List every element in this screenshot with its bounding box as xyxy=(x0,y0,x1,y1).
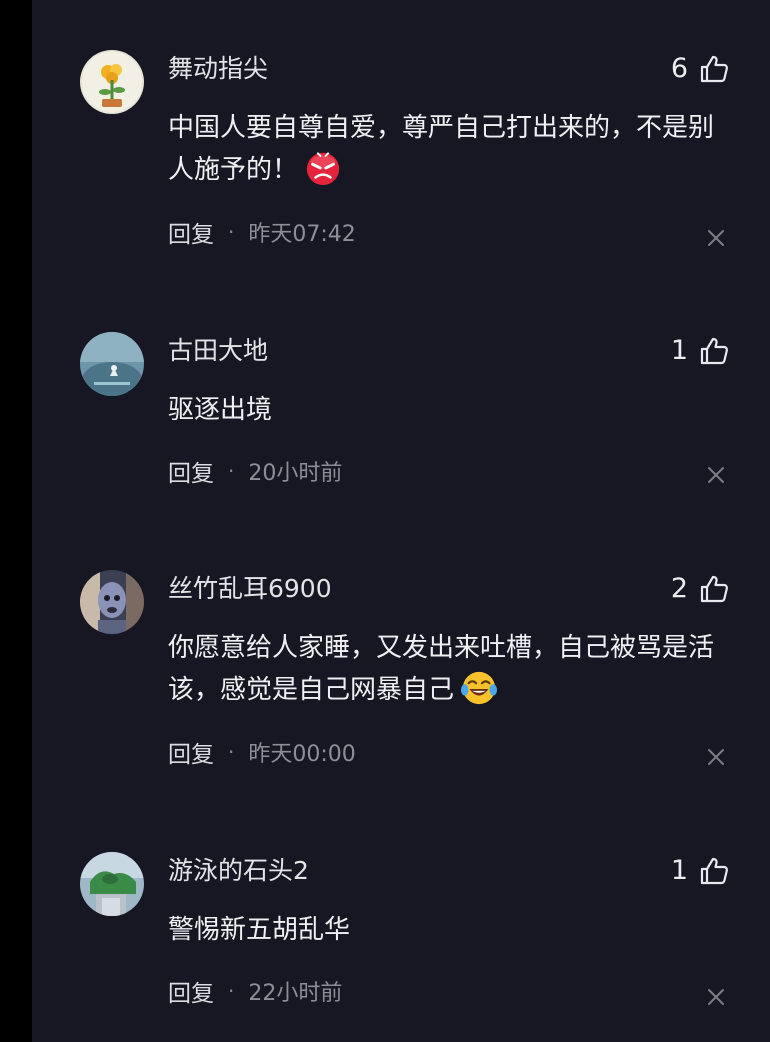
avatar-rock-image xyxy=(80,852,144,916)
user-avatar[interactable] xyxy=(80,570,144,634)
comment-meta: 回复 · 昨天07:42 xyxy=(168,215,356,249)
like-count: 2 xyxy=(670,573,688,604)
avatar-flower-image xyxy=(80,50,144,114)
username[interactable]: 舞动指尖 xyxy=(168,52,268,86)
comment-text: 警惕新五胡乱华 xyxy=(168,909,738,951)
username[interactable]: 游泳的石头2 xyxy=(168,854,309,888)
comment-text-body: 驱逐出境 xyxy=(168,395,273,425)
laughing-crying-emoji-icon xyxy=(460,671,498,704)
comment-text: 你愿意给人家睡，又发出来吐槽，自己被骂是活该，感觉是自己网暴自己 xyxy=(168,627,738,711)
comment-meta: 回复 · 昨天00:00 xyxy=(168,735,356,769)
user-avatar[interactable] xyxy=(80,50,144,114)
meta-separator: · xyxy=(228,459,235,483)
username[interactable]: 丝竹乱耳6900 xyxy=(168,572,332,606)
thumbs-up-icon xyxy=(700,55,729,83)
meta-separator: · xyxy=(228,740,235,764)
username[interactable]: 古田大地 xyxy=(168,334,268,368)
left-edge-strip xyxy=(0,0,32,1042)
user-avatar[interactable] xyxy=(80,852,144,916)
like-count: 6 xyxy=(670,53,688,84)
reply-button[interactable]: 回复 xyxy=(168,215,214,249)
close-icon[interactable] xyxy=(706,228,726,248)
comment-text: 中国人要自尊自爱，尊严自己打出来的，不是别人施予的！ xyxy=(168,107,738,191)
meta-separator: · xyxy=(228,979,235,1003)
comment-time: 昨天00:00 xyxy=(248,742,356,767)
thumbs-up-icon xyxy=(700,857,729,885)
comment-time: 昨天07:42 xyxy=(248,222,356,247)
meta-separator: · xyxy=(228,220,235,244)
comment-text-body: 你愿意给人家睡，又发出来吐槽，自己被骂是活该，感觉是自己网暴自己 xyxy=(168,633,715,705)
user-avatar[interactable] xyxy=(80,332,144,396)
angry-face-emoji-icon xyxy=(306,151,340,185)
comment-meta: 回复 · 22小时前 xyxy=(168,974,342,1008)
avatar-portrait-image xyxy=(80,570,144,634)
comment-text: 驱逐出境 xyxy=(168,389,738,431)
reply-button[interactable]: 回复 xyxy=(168,735,214,769)
like-count: 1 xyxy=(670,335,688,366)
comment-feed: 舞动指尖 6 中国人要自尊自爱，尊严自己打出来的，不是别人施予的！ 回复 · 昨… xyxy=(0,0,770,1042)
like-button[interactable]: 1 xyxy=(671,332,730,370)
like-button[interactable]: 2 xyxy=(671,570,730,608)
close-icon[interactable] xyxy=(706,465,726,485)
close-icon[interactable] xyxy=(706,987,726,1007)
comment-meta: 回复 · 20小时前 xyxy=(168,454,342,488)
comment-time: 22小时前 xyxy=(248,981,343,1006)
reply-button[interactable]: 回复 xyxy=(168,974,214,1008)
reply-button[interactable]: 回复 xyxy=(168,454,214,488)
like-count: 1 xyxy=(670,855,688,886)
close-icon[interactable] xyxy=(706,747,726,767)
thumbs-up-icon xyxy=(700,337,729,365)
like-button[interactable]: 1 xyxy=(671,852,730,890)
comment-time: 20小时前 xyxy=(248,461,343,486)
comment-text-body: 警惕新五胡乱华 xyxy=(168,915,351,945)
comment-text-body: 中国人要自尊自爱，尊严自己打出来的，不是别人施予的！ xyxy=(168,113,715,185)
avatar-landscape-image xyxy=(80,332,144,396)
thumbs-up-icon xyxy=(700,575,729,603)
like-button[interactable]: 6 xyxy=(671,50,730,88)
